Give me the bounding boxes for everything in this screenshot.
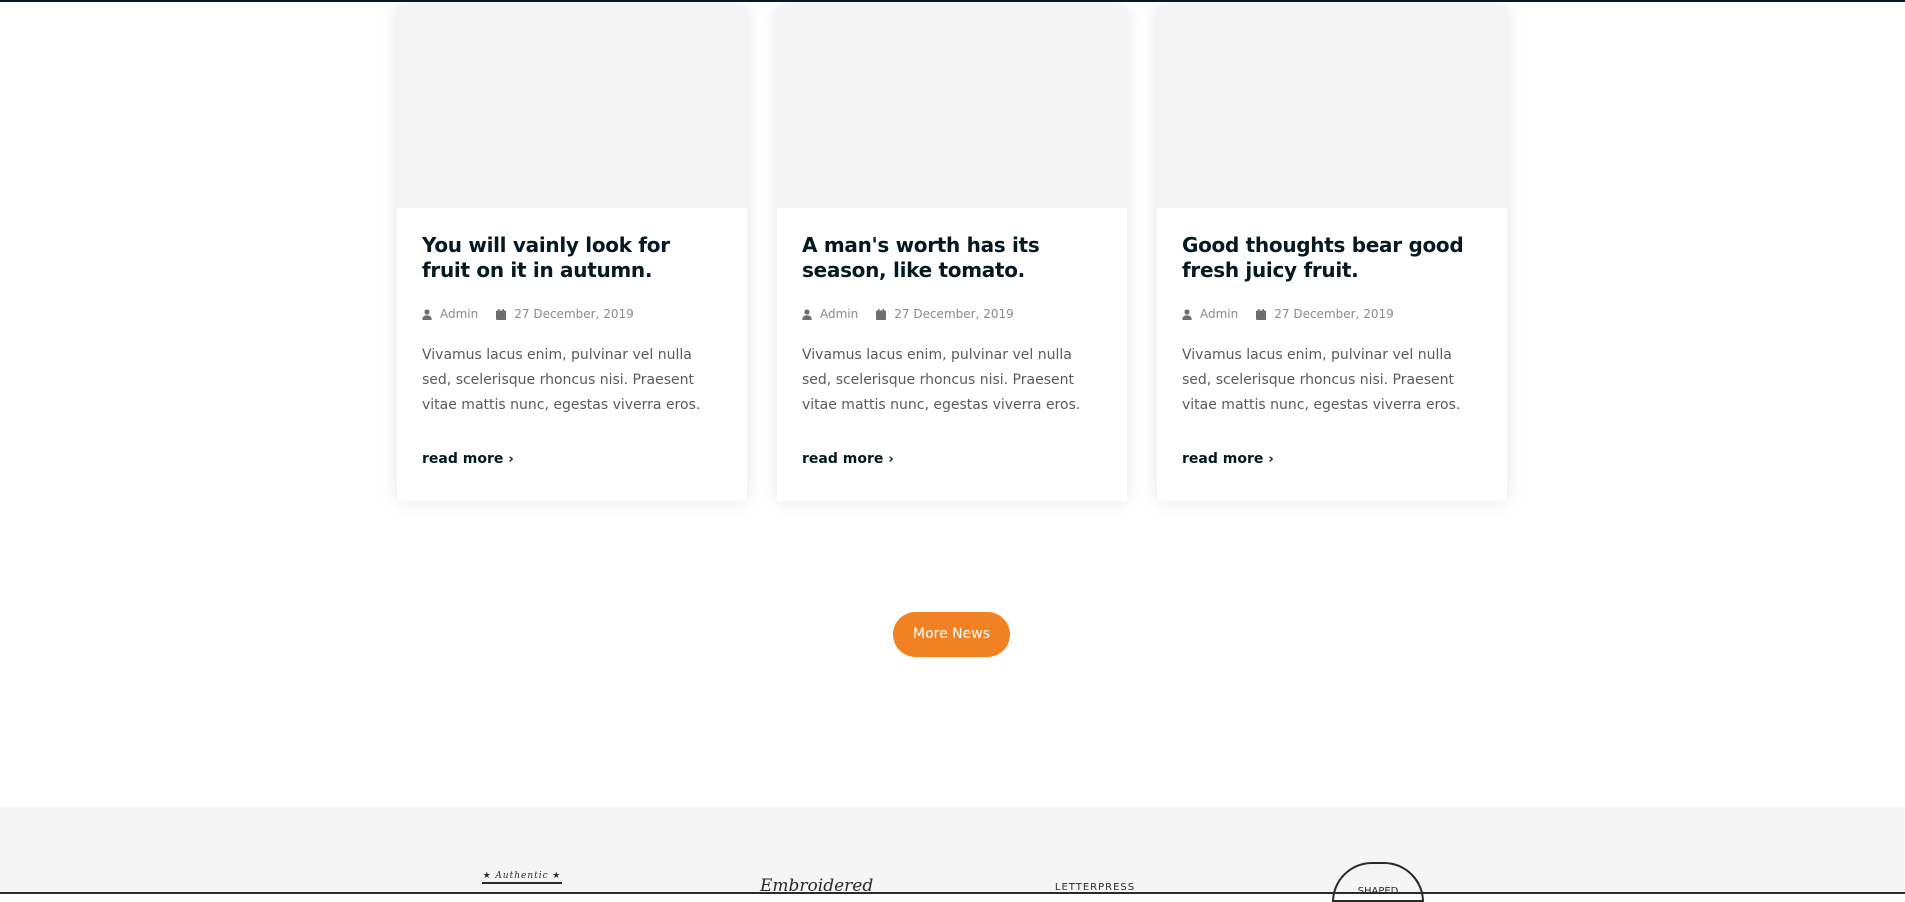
- top-divider: [0, 0, 1905, 2]
- read-more-link[interactable]: read more ›: [1182, 451, 1274, 467]
- news-card-title[interactable]: A man's worth has its season, like tomat…: [802, 233, 1102, 283]
- more-news-button[interactable]: More News: [893, 612, 1010, 657]
- news-card-meta: Admin 27 December, 2019: [422, 304, 722, 324]
- news-cards: You will vainly look for fruit on it in …: [397, 6, 1507, 501]
- news-card-date: 27 December, 2019: [876, 307, 1014, 321]
- star-icon: ★ Authentic ★: [482, 870, 562, 881]
- user-icon: [422, 308, 432, 320]
- brand-logos-section: [0, 807, 1905, 894]
- read-more-link[interactable]: read more ›: [802, 451, 894, 467]
- read-more-link[interactable]: read more ›: [422, 451, 514, 467]
- news-card-image[interactable]: [1157, 6, 1507, 208]
- user-icon: [802, 308, 812, 320]
- news-card-body: You will vainly look for fruit on it in …: [397, 208, 747, 468]
- read-more-label: read more: [802, 451, 884, 467]
- post-date: 27 December, 2019: [514, 307, 634, 321]
- authentic-brand-logo: ★ Authentic ★: [467, 870, 577, 888]
- chevron-right-icon: ›: [508, 451, 514, 467]
- author-name: Admin: [440, 307, 479, 321]
- news-card-title[interactable]: Good thoughts bear good fresh juicy frui…: [1182, 233, 1482, 283]
- news-card: You will vainly look for fruit on it in …: [397, 6, 747, 501]
- news-card-meta: Admin 27 December, 2019: [802, 304, 1102, 324]
- news-card-author: Admin: [422, 307, 478, 321]
- author-name: Admin: [1200, 307, 1239, 321]
- news-card-excerpt: Vivamus lacus enim, pulvinar vel nulla s…: [422, 347, 701, 413]
- news-card-body: Good thoughts bear good fresh juicy frui…: [1157, 208, 1507, 468]
- brand-logo-text: Authentic: [495, 871, 549, 881]
- chevron-right-icon: ›: [1268, 451, 1274, 467]
- news-card: A man's worth has its season, like tomat…: [777, 6, 1127, 501]
- news-card-author: Admin: [1182, 307, 1238, 321]
- author-name: Admin: [820, 307, 859, 321]
- news-card-image[interactable]: [397, 6, 747, 208]
- user-icon: [1182, 308, 1192, 320]
- calendar-icon: [496, 308, 507, 320]
- news-card-excerpt: Vivamus lacus enim, pulvinar vel nulla s…: [802, 347, 1081, 413]
- news-card: Good thoughts bear good fresh juicy frui…: [1157, 6, 1507, 501]
- news-card-meta: Admin 27 December, 2019: [1182, 304, 1482, 324]
- calendar-icon: [876, 308, 887, 320]
- calendar-icon: [1256, 308, 1267, 320]
- post-date: 27 December, 2019: [894, 307, 1014, 321]
- brand-logo-underline: [482, 882, 562, 888]
- news-card-author: Admin: [802, 307, 858, 321]
- news-card-body: A man's worth has its season, like tomat…: [777, 208, 1127, 468]
- news-card-date: 27 December, 2019: [1256, 307, 1394, 321]
- chevron-right-icon: ›: [888, 451, 894, 467]
- read-more-label: read more: [422, 451, 504, 467]
- news-card-excerpt: Vivamus lacus enim, pulvinar vel nulla s…: [1182, 347, 1461, 413]
- post-date: 27 December, 2019: [1274, 307, 1394, 321]
- read-more-label: read more: [1182, 451, 1264, 467]
- news-card-title[interactable]: You will vainly look for fruit on it in …: [422, 233, 722, 283]
- news-card-date: 27 December, 2019: [496, 307, 634, 321]
- news-card-image[interactable]: [777, 6, 1127, 208]
